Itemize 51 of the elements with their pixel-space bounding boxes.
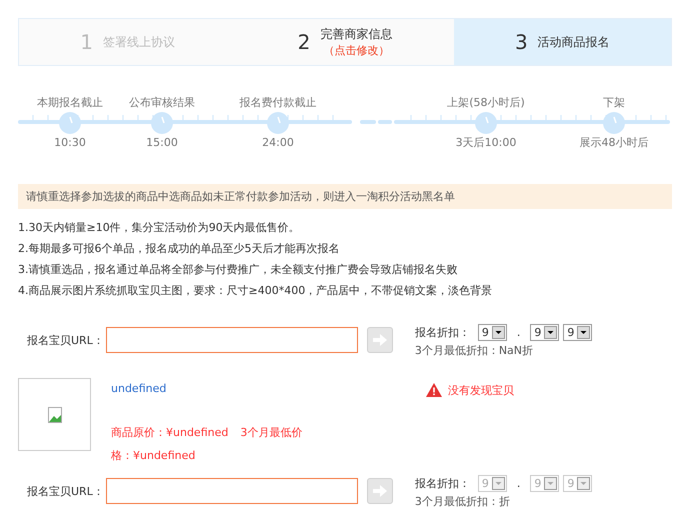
notice-banner: 请慎重选择参加选拔的商品中选商品如未正常付款参加活动，则进入一淘积分活动黑名单 xyxy=(18,184,672,209)
milestone-time: 15:00 xyxy=(146,136,178,150)
discount-label: 报名折扣： xyxy=(414,325,470,340)
warning-text: 没有发现宝贝 xyxy=(448,382,514,398)
dropdown-icon xyxy=(492,326,505,339)
milestone-time: 3天后10:00 xyxy=(456,136,516,150)
arrow-icon xyxy=(372,485,387,497)
price-text: 格：¥undefined xyxy=(111,448,196,463)
digit-select[interactable]: 9 xyxy=(478,324,507,341)
dropdown-icon xyxy=(577,326,590,339)
clock-icon xyxy=(603,112,625,134)
dropdown-icon xyxy=(544,477,558,490)
digit-select[interactable]: 9 xyxy=(530,324,560,341)
decimal-point: . xyxy=(516,326,520,339)
milestone-label: 本期报名截止 xyxy=(37,96,103,110)
milestone-time: 10:30 xyxy=(54,136,86,150)
digit-select[interactable]: 9 xyxy=(563,324,592,341)
url-label: 报名宝贝URL： xyxy=(27,484,104,500)
clock-icon xyxy=(151,112,173,134)
clock-icon xyxy=(475,112,497,134)
warning-icon xyxy=(426,383,442,397)
discount-label: 报名折扣： xyxy=(414,476,470,491)
original-price: 商品原价：¥undefined xyxy=(111,425,228,440)
milestone-time: 24:00 xyxy=(262,136,294,150)
lowest-price-label: 3个月最低价 xyxy=(240,425,302,440)
lowest-discount-text: 3个月最低折扣：折 xyxy=(414,494,511,509)
url-field[interactable] xyxy=(106,478,358,504)
product-link[interactable]: undefined xyxy=(111,382,411,395)
rule-text: 4.商品展示图片系统抓取宝贝主图，要求：尺寸≥400*400，产品居中，不带促销文案，淡色背景 xyxy=(18,283,494,299)
lowest-discount-text: 3个月最低折扣：NaN折 xyxy=(414,343,534,358)
milestone-label: 报名费付款截止 xyxy=(240,96,316,110)
dropdown-icon xyxy=(577,477,590,490)
milestone-label: 上架(58小时后) xyxy=(447,96,525,110)
submit-button[interactable] xyxy=(366,478,393,504)
milestone-label: 下架 xyxy=(603,96,625,110)
arrow-icon xyxy=(372,334,387,346)
decimal-point: . xyxy=(516,477,520,490)
milestone-time: 展示48小时后 xyxy=(580,136,648,150)
step-tab[interactable]: 3 活动商品报名 xyxy=(454,19,671,65)
rule-text: 1.30天内销量≥10件，集分宝活动价为90天内最低售价。 xyxy=(18,220,301,236)
rule-text: 3.请慎重选品，报名通过单品将全部参与付费推广，未全额支付推广费会导致店铺报名失败 xyxy=(18,262,458,278)
milestone-label: 公布审核结果 xyxy=(129,96,195,110)
dropdown-icon xyxy=(492,477,505,490)
clock-icon xyxy=(267,112,289,134)
broken-image-icon xyxy=(48,406,62,422)
submit-button[interactable] xyxy=(366,327,393,353)
rule-text: 2.每期最多可报6个单品，报名成功的单品至少5天后才能再次报名 xyxy=(18,241,340,257)
url-field[interactable] xyxy=(106,327,358,353)
clock-icon xyxy=(59,112,81,134)
dropdown-icon xyxy=(544,326,558,339)
url-label: 报名宝贝URL： xyxy=(27,333,104,349)
